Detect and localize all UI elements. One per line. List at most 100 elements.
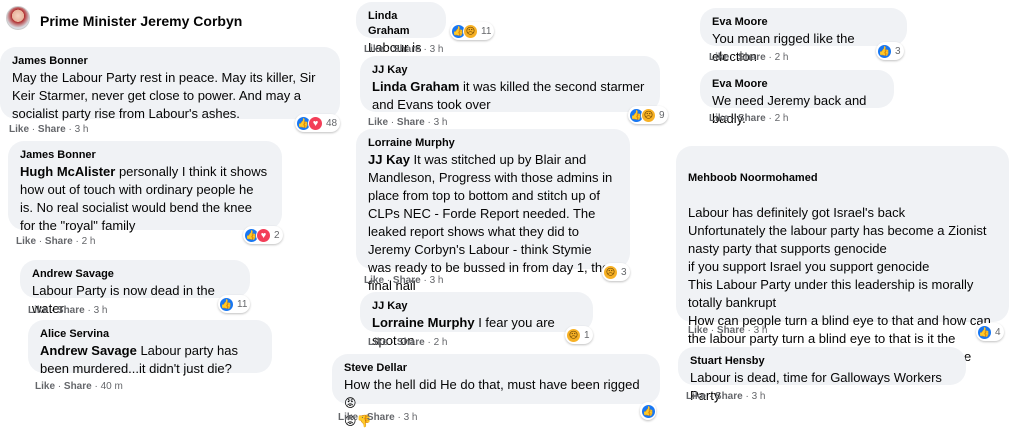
mention-link[interactable]: Andrew Savage — [40, 343, 137, 358]
comment-author[interactable]: James Bonner — [12, 54, 328, 69]
comment-time[interactable]: 2 h — [82, 236, 96, 247]
comment-bubble: Linda Graham Labour is dead — [356, 2, 446, 73]
share-button[interactable]: Share — [64, 381, 92, 392]
share-button[interactable]: Share — [397, 117, 425, 128]
comment-author[interactable]: Stuart Hensby — [690, 354, 954, 369]
page-avatar[interactable] — [6, 6, 30, 30]
like-icon: 👍 — [219, 296, 234, 312]
reaction-summary[interactable]: 👍 ☹ 11 — [450, 22, 495, 40]
share-button[interactable]: Share — [717, 325, 745, 336]
like-button[interactable]: Like — [709, 113, 729, 124]
share-button[interactable]: Share — [57, 305, 85, 316]
sad-icon: ☹ — [603, 264, 618, 280]
comment-time[interactable]: 3 h — [94, 305, 108, 316]
like-button[interactable]: Like — [35, 381, 55, 392]
sad-icon: ☹ — [641, 107, 656, 123]
comment-author[interactable]: Mehboob Noormohamed — [688, 171, 997, 186]
comment-bubble: Alice Servina Andrew Savage Labour party… — [28, 320, 272, 376]
comment-bubble: Stuart Hensby Labour is dead, time for G… — [678, 347, 966, 403]
share-button[interactable]: Share — [715, 391, 743, 402]
comment-actions: Like · Share · 2 h — [368, 337, 448, 348]
share-button[interactable]: Share — [367, 412, 395, 423]
reaction-summary[interactable]: 👍 ♥ 2 — [243, 226, 283, 244]
sad-icon: ☹ — [566, 327, 581, 343]
share-button[interactable]: Share — [738, 113, 766, 124]
comment-time[interactable]: 40 m — [101, 381, 123, 392]
comment-time[interactable]: 2 h — [775, 52, 789, 63]
comment-bubble: JJ Kay Linda Graham it was killed the se… — [360, 56, 660, 112]
like-button[interactable]: Like — [368, 117, 388, 128]
angry-icon: 😡 — [344, 396, 357, 410]
love-icon: ♥ — [308, 115, 323, 131]
comment-author[interactable]: Andrew Savage — [32, 267, 238, 282]
comment-time[interactable]: 3 h — [430, 44, 444, 55]
like-icon: 👍 — [977, 324, 992, 340]
mention-link[interactable]: Lorraine Murphy — [372, 315, 475, 330]
comment-actions: Like · Share · 3 h — [364, 44, 444, 55]
comment-column-2: Linda Graham Labour is dead 👍☹11 Like · … — [332, 0, 670, 431]
comment-actions: Like · Share · 40 m — [35, 381, 123, 392]
share-button[interactable]: Share — [397, 337, 425, 348]
comment-bubble: JJ Kay Lorraine Murphy I fear you are sp… — [360, 292, 593, 348]
comment-author[interactable]: Linda Graham — [368, 9, 434, 39]
reaction-summary[interactable]: ☹ 1 — [565, 326, 593, 344]
like-button[interactable]: Like — [364, 44, 384, 55]
mention-link[interactable]: Hugh McAlister — [20, 164, 115, 179]
comment-author[interactable]: Eva Moore — [712, 77, 882, 92]
share-button[interactable]: Share — [45, 236, 73, 247]
like-button[interactable]: Like — [686, 391, 706, 402]
page-title[interactable]: Prime Minister Jeremy Corbyn — [40, 13, 242, 29]
mention-link[interactable]: JJ Kay — [368, 152, 410, 167]
comment-bubble: Eva Moore We need Jeremy back and badly. — [700, 70, 894, 126]
comment-text: May the Labour Party rest in peace. May … — [12, 70, 316, 121]
comment-author[interactable]: Alice Servina — [40, 327, 260, 342]
comment-author[interactable]: JJ Kay — [372, 63, 648, 78]
reaction-count: 2 — [274, 229, 280, 241]
comment-time[interactable]: 3 h — [404, 412, 418, 423]
like-button[interactable]: Like — [28, 305, 48, 316]
comment-author[interactable]: Steve Dellar — [344, 361, 648, 376]
reaction-summary[interactable]: 👍 ☹ 9 — [628, 106, 668, 124]
comment-author[interactable]: James Bonner — [20, 148, 270, 163]
mention-link[interactable]: Linda Graham — [372, 79, 459, 94]
comment-bubble: Mehboob Noormohamed Labour has definitel… — [676, 146, 1009, 382]
comment-author[interactable]: Eva Moore — [712, 15, 895, 30]
reaction-summary[interactable]: ☹ 3 — [602, 263, 630, 281]
comment-column-1: Prime Minister Jeremy Corbyn James Bonne… — [0, 0, 345, 431]
reaction-count: 9 — [659, 109, 665, 121]
like-icon: 👍 — [877, 43, 892, 59]
like-button[interactable]: Like — [368, 337, 388, 348]
sad-icon: ☹ — [463, 23, 478, 39]
reaction-summary[interactable]: 👍 3 — [876, 42, 904, 60]
comment-author[interactable]: Lorraine Murphy — [368, 136, 618, 151]
comment-time[interactable]: 3 h — [434, 117, 448, 128]
like-button[interactable]: Like — [338, 412, 358, 423]
reaction-summary[interactable]: 👍 11 — [218, 295, 251, 313]
reaction-summary[interactable]: 👍 ♥ 48 — [295, 114, 341, 132]
comment-time[interactable]: 2 h — [434, 337, 448, 348]
like-button[interactable]: Like — [364, 275, 384, 286]
share-button[interactable]: Share — [393, 44, 421, 55]
comment-author[interactable]: JJ Kay — [372, 299, 581, 314]
comment-text: How the hell did He do that, must have b… — [344, 377, 640, 392]
reaction-summary[interactable]: 👍 — [640, 402, 656, 420]
share-button[interactable]: Share — [38, 124, 66, 135]
reaction-summary[interactable]: 👍 4 — [976, 323, 1004, 341]
comment-actions: Like · Share · 3 h — [28, 305, 108, 316]
like-button[interactable]: Like — [688, 325, 708, 336]
comment-actions: Like · Share · 2 h — [16, 236, 96, 247]
reaction-count: 3 — [895, 45, 901, 57]
comment-time[interactable]: 2 h — [775, 113, 789, 124]
comment-time[interactable]: 3 h — [430, 275, 444, 286]
screenshot-collage: Prime Minister Jeremy Corbyn James Bonne… — [0, 0, 1024, 431]
comment-time[interactable]: 3 h — [75, 124, 89, 135]
share-button[interactable]: Share — [393, 275, 421, 286]
share-button[interactable]: Share — [738, 52, 766, 63]
comment-time[interactable]: 3 h — [754, 325, 768, 336]
reaction-count: 4 — [995, 326, 1001, 338]
love-icon: ♥ — [256, 227, 271, 243]
like-button[interactable]: Like — [16, 236, 36, 247]
like-button[interactable]: Like — [9, 124, 29, 135]
like-button[interactable]: Like — [709, 52, 729, 63]
comment-time[interactable]: 3 h — [752, 391, 766, 402]
